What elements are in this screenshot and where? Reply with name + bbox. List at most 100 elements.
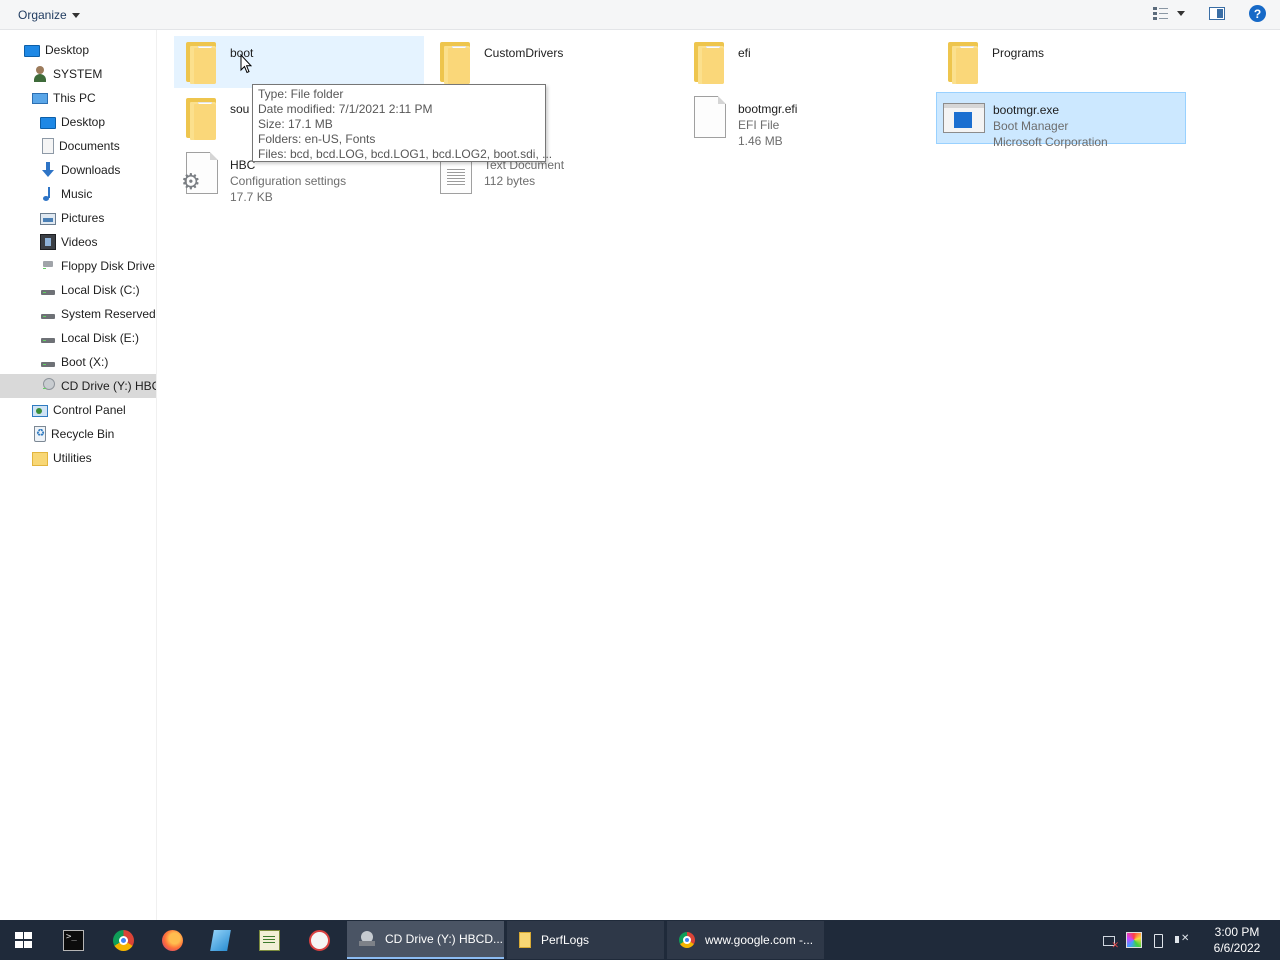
nav-item-desktop[interactable]: Desktop <box>0 38 156 62</box>
nav-item-desktop-2[interactable]: Desktop <box>0 110 156 134</box>
nav-item-cd-drive-y[interactable]: CD Drive (Y:) HBC <box>0 374 156 398</box>
nav-item-system[interactable]: SYSTEM <box>0 62 156 86</box>
nav-item-label: Local Disk (E:) <box>61 331 140 345</box>
system-tray: 3:00 PM 6/6/2022 <box>1102 920 1280 960</box>
documents-icon <box>42 138 54 154</box>
start-button[interactable] <box>0 920 48 960</box>
taskbar-chrome[interactable] <box>100 920 148 960</box>
nav-item-label: SYSTEM <box>53 67 103 81</box>
file-name: Programs <box>992 46 1045 60</box>
file-item-efi[interactable]: efi <box>682 36 932 88</box>
firefox-icon <box>162 930 183 951</box>
nav-item-boot-x[interactable]: Boot (X:) <box>0 350 156 374</box>
change-view-button[interactable] <box>1153 6 1185 21</box>
videos-icon <box>40 234 56 250</box>
tooltip-size: Size: 17.1 MB <box>258 117 333 131</box>
file-type: Configuration settings <box>230 174 347 188</box>
nav-item-local-disk-e[interactable]: Local Disk (E:) <box>0 326 156 350</box>
nav-item-label: CD Drive (Y:) HBC <box>61 379 156 393</box>
nav-item-label: Desktop <box>45 43 90 57</box>
nav-item-recycle-bin[interactable]: Recycle Bin <box>0 422 156 446</box>
nav-item-music[interactable]: Music <box>0 182 156 206</box>
help-icon[interactable]: ? <box>1249 5 1266 22</box>
chevron-down-icon[interactable] <box>1177 11 1185 16</box>
file-type: EFI File <box>738 118 780 132</box>
cd-drive-icon <box>40 378 56 394</box>
mouse-cursor-icon <box>240 54 252 74</box>
clock-date: 6/6/2022 <box>1213 941 1261 955</box>
file-company: Microsoft Corporation <box>993 135 1108 149</box>
file-name: sou <box>230 102 250 116</box>
taskbar-tool[interactable] <box>296 920 344 960</box>
tooltip-files: Files: bcd, bcd.LOG, bcd.LOG1, bcd.LOG2,… <box>258 147 553 161</box>
folder-icon <box>946 40 982 84</box>
nav-item-local-disk-c[interactable]: Local Disk (C:) <box>0 278 156 302</box>
nav-item-label: Boot (X:) <box>61 355 109 369</box>
drive-icon <box>40 282 56 298</box>
nav-item-pictures[interactable]: Pictures <box>0 206 156 230</box>
file-item-programs[interactable]: Programs <box>936 36 1186 88</box>
nav-item-label: Pictures <box>61 211 105 225</box>
network-icon[interactable] <box>1102 932 1119 951</box>
volume-muted-icon[interactable] <box>1174 932 1190 948</box>
color-icon[interactable] <box>1126 932 1142 948</box>
pictures-icon <box>40 213 56 225</box>
clock[interactable]: 3:00 PM 6/6/2022 <box>1198 924 1276 956</box>
nav-item-label: Videos <box>61 235 98 249</box>
view-icon <box>1153 6 1169 21</box>
nav-item-label: Local Disk (C:) <box>61 283 140 297</box>
taskbar-button-label: www.google.com -... <box>705 933 814 947</box>
tooltip-folders: Folders: en-US, Fonts <box>258 132 376 146</box>
taskbar-button-cd-drive[interactable]: CD Drive (Y:) HBCD... <box>347 921 504 959</box>
taskbar-notepad[interactable] <box>246 920 294 960</box>
file-item-customdrivers[interactable]: CustomDrivers <box>428 36 678 88</box>
preview-pane-button[interactable] <box>1209 7 1225 20</box>
drive-icon <box>40 354 56 370</box>
file-item-boot[interactable]: boot <box>174 36 424 88</box>
file-name: bootmgr.exe <box>993 103 1060 117</box>
nav-item-utilities[interactable]: Utilities <box>0 446 156 470</box>
downloads-icon <box>40 162 56 178</box>
organize-button[interactable]: Organize <box>12 6 86 24</box>
usb-icon[interactable] <box>1150 932 1166 948</box>
nav-item-label: Documents <box>59 139 120 153</box>
nav-item-this-pc[interactable]: This PC <box>0 86 156 110</box>
file-name: bootmgr.efi <box>738 102 798 116</box>
taskbar-firefox[interactable] <box>149 920 197 960</box>
taskbar: CD Drive (Y:) HBCD... PerfLogs www.googl… <box>0 920 1280 960</box>
drive-icon <box>40 306 56 322</box>
taskbar-cmd[interactable] <box>50 920 98 960</box>
taskbar-button-label: PerfLogs <box>541 933 590 947</box>
nav-item-floppy-disk-drive[interactable]: Floppy Disk Drive <box>0 254 156 278</box>
file-size: 112 bytes <box>484 174 536 188</box>
file-description: Boot Manager <box>993 119 1069 133</box>
tooltip-type: Type: File folder <box>258 87 344 101</box>
taskbar-notepad-plus[interactable] <box>197 920 245 960</box>
nav-item-documents[interactable]: Documents <box>0 134 156 158</box>
floppy-drive-icon <box>40 258 56 274</box>
tool-icon <box>309 930 330 951</box>
exe-icon <box>943 103 985 133</box>
file-item-bootmgr-efi[interactable]: bootmgr.efi EFI File 1.46 MB <box>682 92 932 148</box>
taskbar-button-label: CD Drive (Y:) HBCD... <box>385 932 504 946</box>
folder-icon <box>32 451 48 466</box>
nav-item-videos[interactable]: Videos <box>0 230 156 254</box>
nav-item-downloads[interactable]: Downloads <box>0 158 156 182</box>
pane-divider[interactable] <box>156 30 157 920</box>
nav-item-label: Utilities <box>53 451 92 465</box>
nav-item-label: Music <box>61 187 93 201</box>
nav-item-label: This PC <box>53 91 96 105</box>
file-name: efi <box>738 46 751 60</box>
windows-icon <box>15 932 32 948</box>
taskbar-button-chrome[interactable]: www.google.com -... <box>667 921 824 959</box>
chevron-down-icon <box>71 12 80 18</box>
chrome-icon <box>113 930 134 951</box>
music-icon <box>40 186 56 202</box>
nav-item-label: Downloads <box>61 163 121 177</box>
file-item-bootmgr-exe[interactable]: bootmgr.exe Boot Manager Microsoft Corpo… <box>936 92 1186 149</box>
nav-item-control-panel[interactable]: Control Panel <box>0 398 156 422</box>
taskbar-button-perflogs[interactable]: PerfLogs <box>507 921 664 959</box>
nav-item-label: System Reserved ( <box>61 307 156 321</box>
toolbar-right: ? <box>1153 5 1266 22</box>
nav-item-system-reserved[interactable]: System Reserved ( <box>0 302 156 326</box>
